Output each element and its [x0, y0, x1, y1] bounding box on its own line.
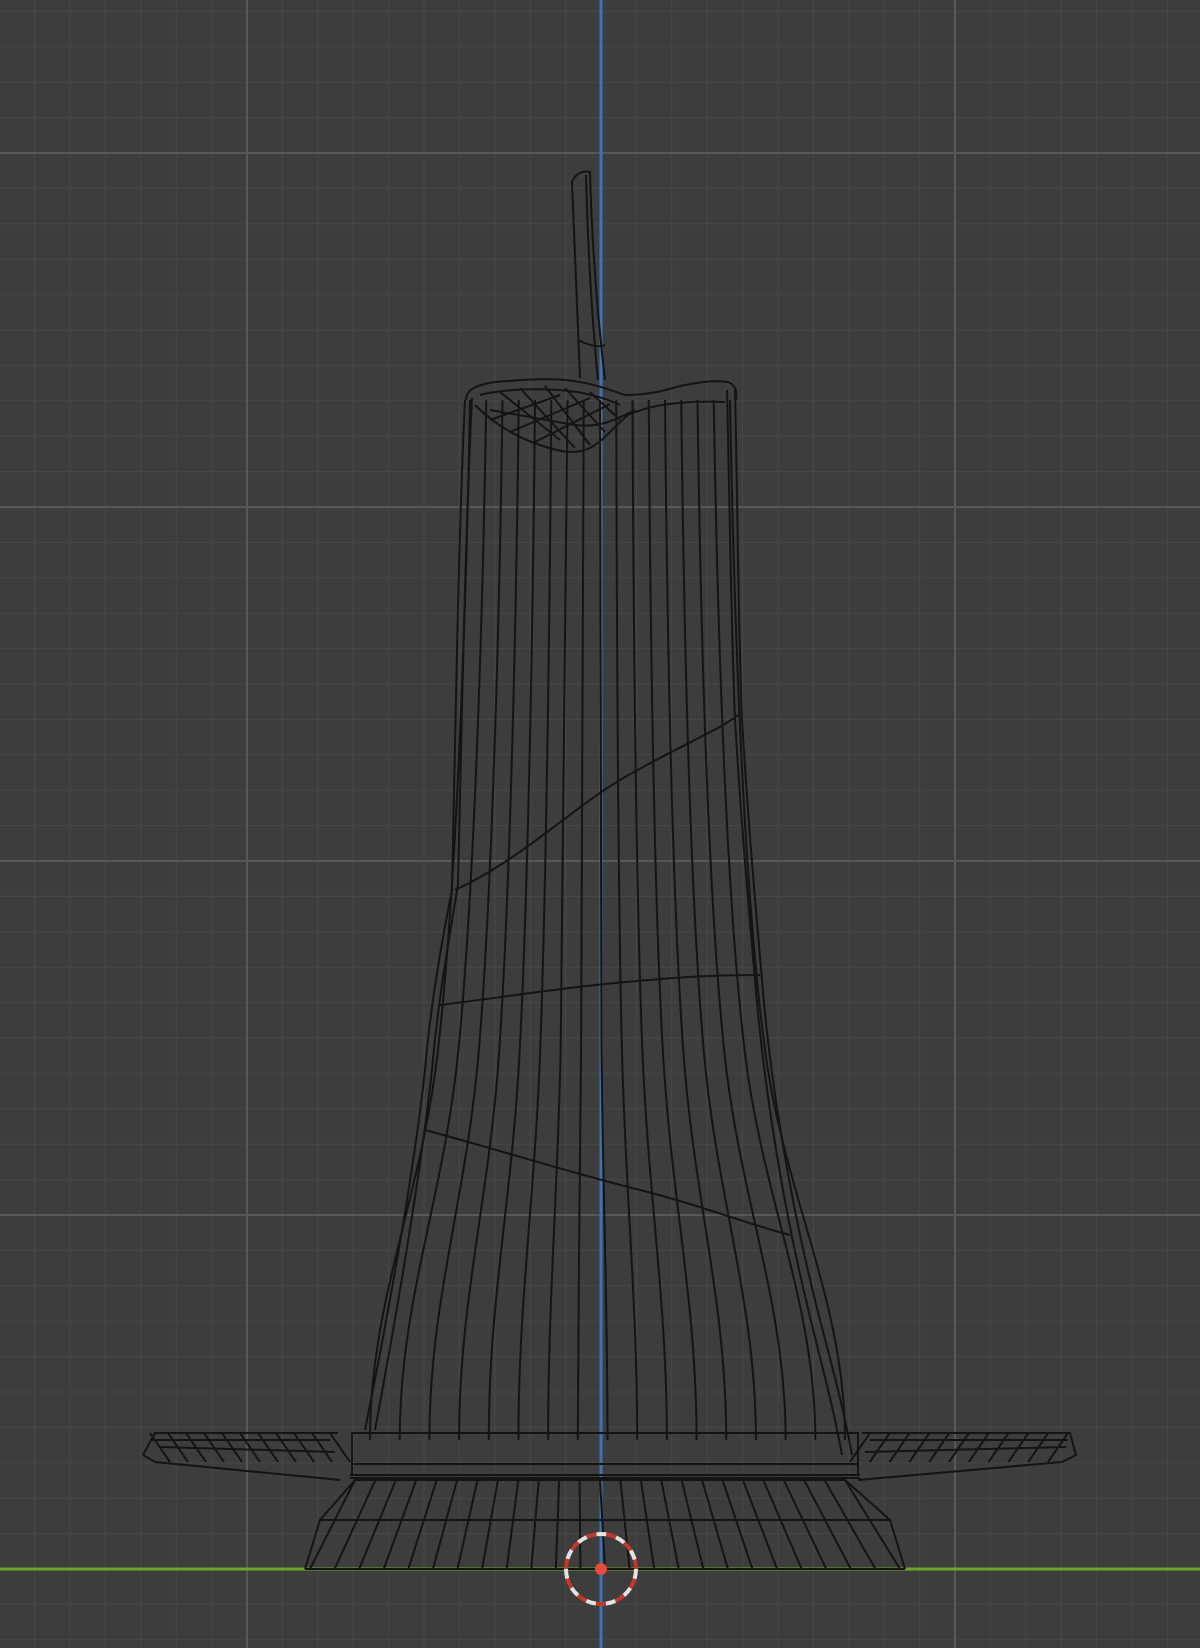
holder-foot: [304, 1479, 906, 1570]
holder-saucer: [142, 1432, 1078, 1481]
origin-dot: [595, 1563, 607, 1575]
candle-body: [364, 389, 853, 1456]
candle-mesh[interactable]: [142, 170, 1078, 1570]
3d-viewport[interactable]: [0, 0, 1200, 1648]
viewport-canvas[interactable]: [0, 0, 1200, 1648]
